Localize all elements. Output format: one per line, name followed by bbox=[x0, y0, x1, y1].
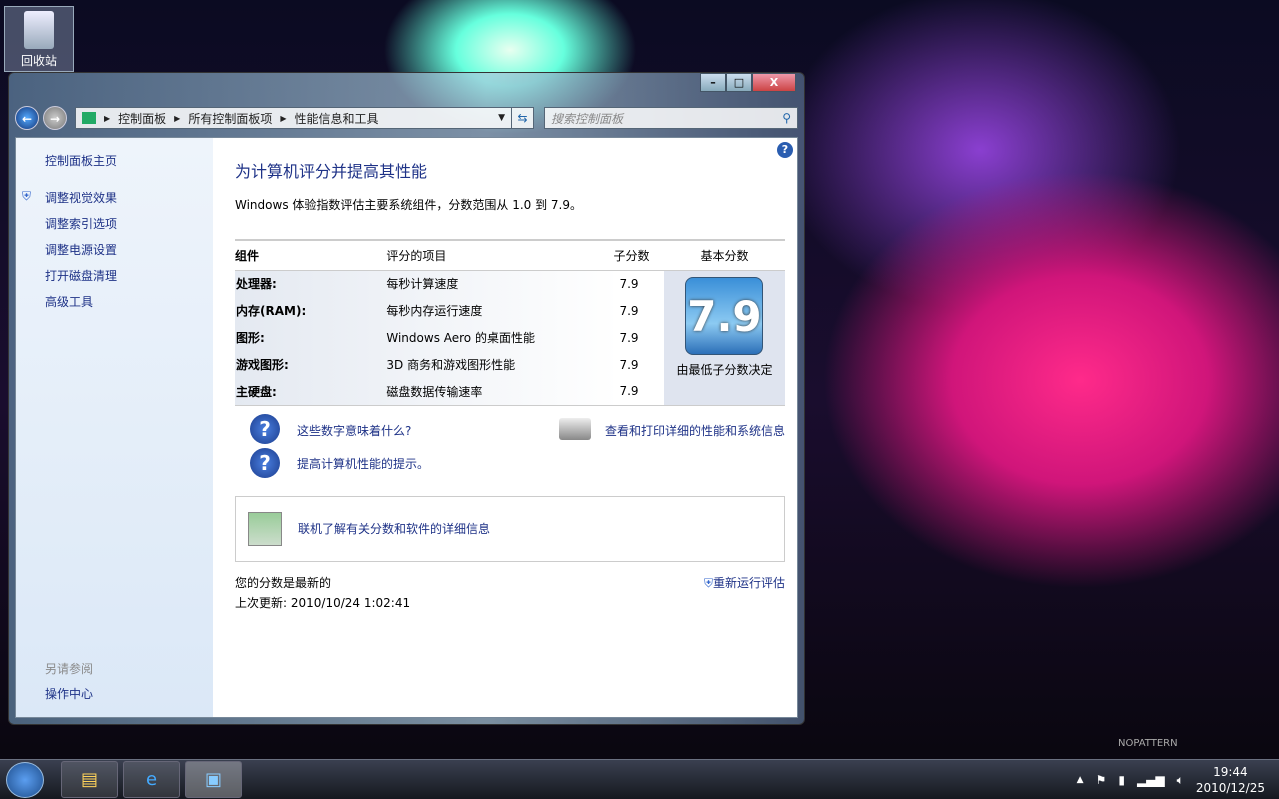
score-table: 组件 评分的项目 子分数 基本分数 处理器: 每秒计算速度 7.9 7.9 由最低子分… bbox=[235, 239, 785, 406]
breadcrumb-all-items[interactable]: 所有控制面板项 bbox=[188, 110, 272, 127]
clock[interactable]: 19:44 2010/12/25 bbox=[1196, 764, 1265, 796]
subscore: 7.9 bbox=[613, 378, 664, 405]
minimize-button[interactable]: – bbox=[700, 73, 726, 92]
help-question-icon: ? bbox=[250, 447, 280, 478]
subscore: 7.9 bbox=[613, 297, 664, 324]
header-basescore: 基本分数 bbox=[663, 240, 785, 271]
item: 3D 商务和游戏图形性能 bbox=[386, 358, 516, 372]
component: 内存(RAM): bbox=[236, 304, 307, 318]
base-score-badge: 7.9 bbox=[685, 276, 764, 355]
trash-icon bbox=[24, 11, 54, 49]
close-button[interactable]: X bbox=[752, 73, 796, 92]
network-signal-icon[interactable]: ▂▄▆ bbox=[1137, 773, 1165, 787]
printer-icon bbox=[559, 417, 591, 440]
taskbar-explorer[interactable]: ▤ bbox=[61, 761, 118, 798]
volume-icon[interactable]: 🔈︎ bbox=[1177, 773, 1184, 788]
sidebar-item-disk-cleanup[interactable]: 打开磁盘清理 bbox=[45, 267, 213, 284]
help-icon[interactable]: ? bbox=[777, 142, 793, 158]
component: 图形: bbox=[236, 331, 265, 345]
sidebar-item-action-center[interactable]: 操作中心 bbox=[45, 685, 93, 702]
header-subscore: 子分数 bbox=[613, 240, 664, 271]
component: 处理器: bbox=[236, 277, 277, 292]
last-update: 上次更新: 2010/10/24 1:02:41 bbox=[235, 595, 411, 610]
item: 磁盘数据传输速率 bbox=[386, 384, 483, 399]
taskbar-control-panel[interactable]: ▣ bbox=[185, 761, 242, 798]
header-component: 组件 bbox=[235, 240, 387, 271]
shield-icon: ⛨ bbox=[22, 189, 32, 203]
clock-time: 19:44 bbox=[1213, 765, 1248, 779]
help-question-icon: ? bbox=[250, 413, 280, 444]
recycle-bin-label: 回收站 bbox=[20, 54, 57, 68]
action-center-flag-icon[interactable]: ⚑ bbox=[1096, 773, 1107, 787]
sidebar-item-power[interactable]: 调整电源设置 bbox=[45, 241, 213, 258]
shield-icon: ⛨ bbox=[703, 575, 713, 590]
control-panel-icon bbox=[82, 112, 96, 124]
link-online-info[interactable]: 联机了解有关分数和软件的详细信息 bbox=[298, 520, 490, 537]
subscore: 7.9 bbox=[613, 324, 664, 351]
subscore: 7.9 bbox=[613, 270, 664, 297]
refresh-button[interactable]: ⇆ bbox=[512, 107, 534, 129]
search-placeholder: 搜索控制面板 bbox=[551, 111, 624, 126]
component: 游戏图形: bbox=[236, 358, 289, 372]
taskbar-ie[interactable]: e bbox=[123, 761, 180, 798]
show-hidden-icons[interactable]: ▲ bbox=[1077, 775, 1084, 785]
base-score-cell: 7.9 由最低子分数决定 bbox=[663, 270, 785, 405]
item: 每秒内存运行速度 bbox=[386, 304, 483, 318]
taskbar: ▤ e ▣ ▲ ⚑ ▮ ▂▄▆ 🔈︎ 19:44 2010/12/25 bbox=[0, 759, 1279, 799]
item: 每秒计算速度 bbox=[386, 277, 459, 292]
clock-date: 2010/12/25 bbox=[1195, 781, 1265, 795]
subscore: 7.9 bbox=[613, 351, 664, 378]
address-dropdown-icon[interactable]: ▼ bbox=[498, 113, 505, 123]
system-tray: ▲ ⚑ ▮ ▂▄▆ 🔈︎ 19:44 2010/12/25 bbox=[1077, 764, 1265, 796]
link-print-details[interactable]: 查看和打印详细的性能和系统信息 bbox=[605, 422, 785, 439]
component: 主硬盘: bbox=[236, 384, 277, 399]
forward-button[interactable]: → bbox=[43, 106, 67, 130]
intro-text: Windows 体验指数评估主要系统组件，分数范围从 1.0 到 7.9。 bbox=[235, 198, 582, 212]
online-info-box: 联机了解有关分数和软件的详细信息 bbox=[235, 495, 785, 562]
link-what-numbers-mean[interactable]: 这些数字意味着什么? bbox=[297, 422, 411, 439]
maximize-button[interactable]: □ bbox=[726, 73, 752, 92]
page-title: 为计算机评分并提高其性能 bbox=[235, 162, 428, 181]
search-icon[interactable]: ⚲ bbox=[782, 111, 791, 125]
search-input[interactable]: 搜索控制面板 ⚲ bbox=[544, 107, 798, 129]
software-box-icon bbox=[248, 511, 282, 546]
see-also-heading: 另请参阅 bbox=[45, 662, 94, 676]
score-status: 您的分数是最新的 bbox=[235, 575, 332, 590]
breadcrumb-performance[interactable]: 性能信息和工具 bbox=[295, 110, 379, 127]
performance-window: – □ X ← → ▶ 控制面板 ▶ 所有控制面板项 ▶ 性能信息和工具 ▼ ⇆ 搜索… bbox=[8, 72, 805, 725]
header-item: 评分的项目 bbox=[386, 240, 614, 271]
start-button[interactable] bbox=[6, 762, 44, 798]
breadcrumb-control-panel[interactable]: 控制面板 bbox=[118, 110, 166, 127]
power-icon[interactable]: ▮ bbox=[1118, 773, 1125, 787]
sidebar-item-advanced-tools[interactable]: 高级工具 bbox=[45, 293, 213, 310]
sidebar-item-home[interactable]: 控制面板主页 bbox=[45, 152, 213, 169]
sidebar-item-visual-effects[interactable]: ⛨ 调整视觉效果 bbox=[22, 189, 213, 206]
sidebar: 控制面板主页 ⛨ 调整视觉效果 调整索引选项 调整电源设置 打开磁盘清理 高级工具… bbox=[16, 138, 213, 717]
rerun-assessment-link[interactable]: ⛨重新运行评估 bbox=[704, 574, 785, 591]
table-row: 处理器: 每秒计算速度 7.9 7.9 由最低子分数决定 bbox=[235, 270, 785, 405]
base-score-note: 由最低子分数决定 bbox=[676, 362, 773, 377]
wallpaper-watermark: NOPATTERN bbox=[1118, 738, 1178, 749]
back-button[interactable]: ← bbox=[15, 106, 39, 130]
link-performance-tips[interactable]: 提高计算机性能的提示。 bbox=[297, 455, 429, 472]
address-bar[interactable]: ▶ 控制面板 ▶ 所有控制面板项 ▶ 性能信息和工具 ▼ bbox=[75, 107, 512, 129]
recycle-bin-icon[interactable]: 回收站 bbox=[4, 6, 74, 72]
sidebar-item-indexing[interactable]: 调整索引选项 bbox=[45, 215, 213, 232]
item: Windows Aero 的桌面性能 bbox=[386, 331, 535, 345]
